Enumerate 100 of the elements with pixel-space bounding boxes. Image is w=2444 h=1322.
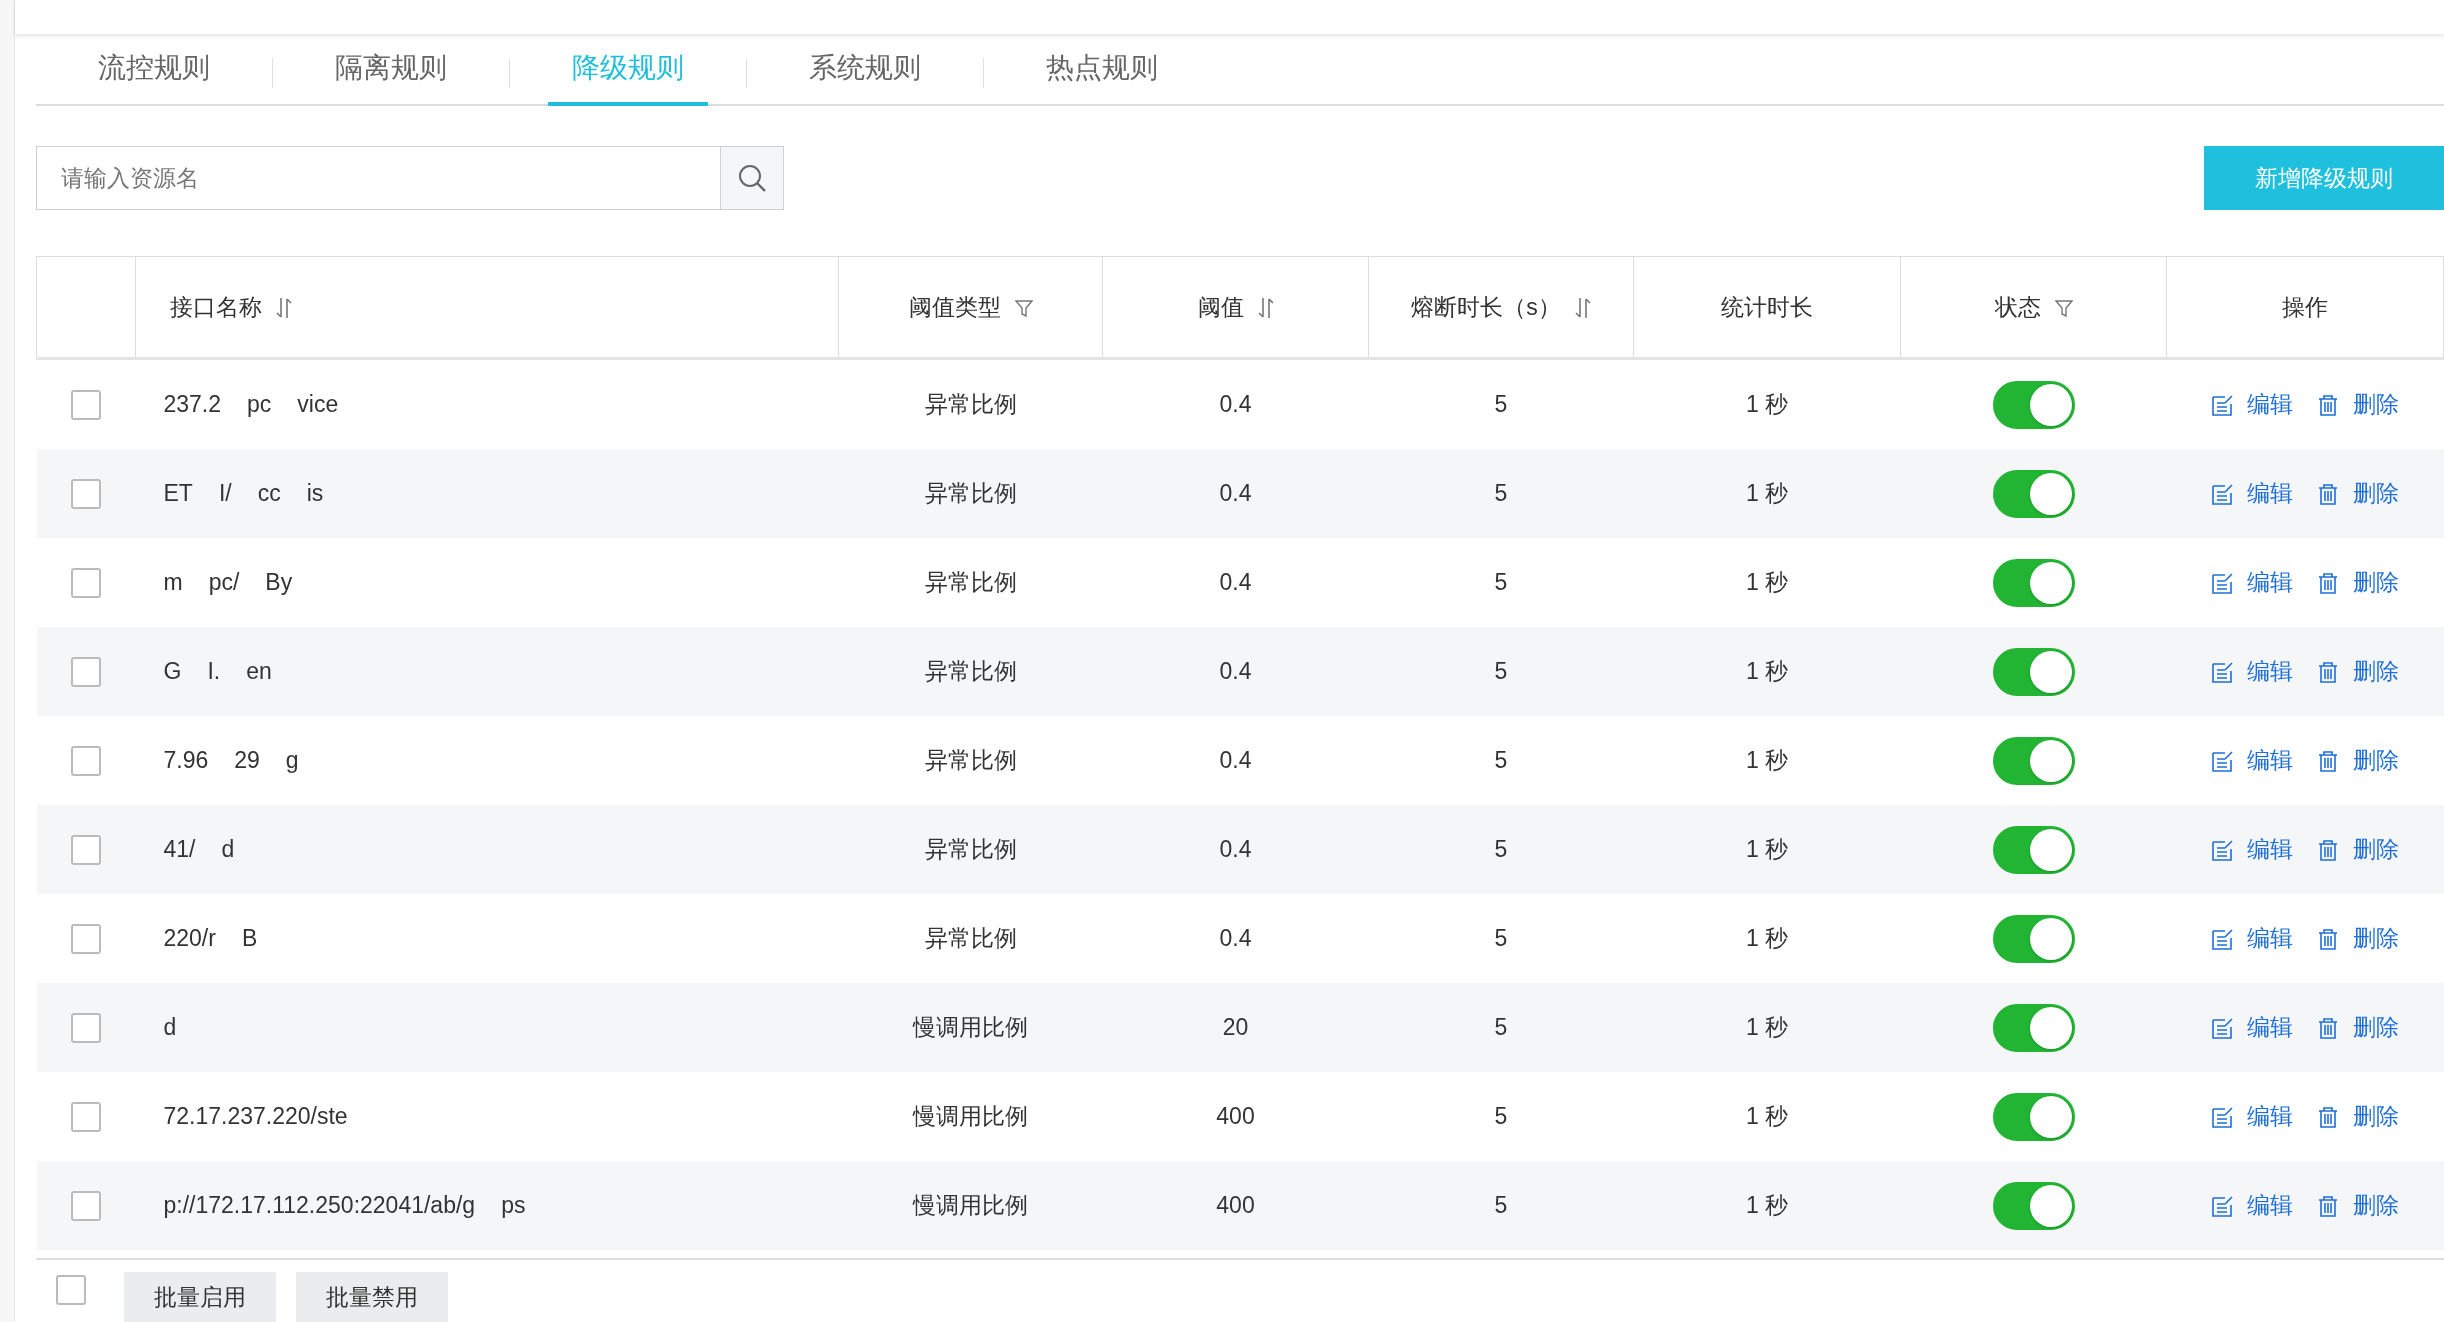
delete-link[interactable]: 删除 bbox=[2352, 745, 2399, 776]
edit-link[interactable]: 编辑 bbox=[2246, 834, 2293, 865]
delete-link[interactable]: 删除 bbox=[2352, 1012, 2399, 1043]
checkbox[interactable] bbox=[71, 1101, 101, 1132]
delete-link[interactable]: 删除 bbox=[2352, 1190, 2399, 1221]
status-toggle[interactable] bbox=[1992, 825, 2075, 874]
stat-window: 1 秒 bbox=[1745, 569, 1789, 595]
edit-link[interactable]: 编辑 bbox=[2246, 478, 2293, 509]
status-toggle[interactable] bbox=[1992, 914, 2075, 963]
edit-icon[interactable] bbox=[2210, 571, 2233, 594]
delete-link[interactable]: 删除 bbox=[2352, 389, 2399, 420]
status-toggle[interactable] bbox=[1992, 647, 2075, 696]
stat-window: 1 秒 bbox=[1745, 1014, 1789, 1040]
edit-icon[interactable] bbox=[2210, 1105, 2233, 1128]
delete-link[interactable]: 删除 bbox=[2352, 1101, 2399, 1132]
trash-icon[interactable] bbox=[2316, 393, 2339, 416]
filter-icon[interactable] bbox=[1014, 299, 1033, 318]
edit-link[interactable]: 编辑 bbox=[2246, 1012, 2293, 1043]
edit-icon[interactable] bbox=[2210, 1194, 2233, 1217]
break-duration: 5 bbox=[1494, 1014, 1508, 1040]
threshold-value: 400 bbox=[1216, 1103, 1255, 1129]
checkbox[interactable] bbox=[71, 745, 101, 776]
edit-link[interactable]: 编辑 bbox=[2246, 923, 2293, 954]
checkbox[interactable] bbox=[71, 834, 101, 865]
stat-window: 1 秒 bbox=[1745, 925, 1789, 951]
resource-name: m bbox=[163, 569, 183, 595]
search-icon bbox=[737, 163, 767, 193]
status-toggle[interactable] bbox=[1992, 736, 2075, 785]
status-toggle[interactable] bbox=[1992, 1003, 2075, 1052]
edit-icon[interactable] bbox=[2210, 393, 2233, 416]
checkbox[interactable] bbox=[71, 389, 101, 420]
edit-link[interactable]: 编辑 bbox=[2246, 389, 2293, 420]
break-duration: 5 bbox=[1494, 836, 1508, 862]
bulk-button[interactable]: 批量禁用 bbox=[296, 1272, 448, 1322]
search-field[interactable]: 请输入资源名 bbox=[36, 146, 720, 210]
checkbox[interactable] bbox=[71, 478, 101, 509]
trash-icon[interactable] bbox=[2316, 927, 2339, 950]
break-duration: 5 bbox=[1494, 480, 1508, 506]
trash-icon[interactable] bbox=[2316, 660, 2339, 683]
sort-icon[interactable] bbox=[1574, 297, 1591, 320]
tab[interactable]: 系统规则 bbox=[747, 34, 983, 106]
column-header: 接口名称 bbox=[170, 293, 262, 320]
delete-link[interactable]: 删除 bbox=[2352, 478, 2399, 509]
search-button[interactable] bbox=[720, 146, 784, 210]
break-duration: 5 bbox=[1494, 925, 1508, 951]
sort-icon[interactable] bbox=[1257, 297, 1274, 320]
trash-icon[interactable] bbox=[2316, 1016, 2339, 1039]
trash-icon[interactable] bbox=[2316, 749, 2339, 772]
edit-icon[interactable] bbox=[2210, 927, 2233, 950]
select-all-checkbox[interactable] bbox=[56, 1275, 86, 1305]
checkbox[interactable] bbox=[71, 656, 101, 687]
edit-icon[interactable] bbox=[2210, 482, 2233, 505]
status-toggle[interactable] bbox=[1992, 1181, 2075, 1230]
edit-icon[interactable] bbox=[2210, 749, 2233, 772]
tab[interactable]: 热点规则 bbox=[984, 34, 1220, 106]
trash-icon[interactable] bbox=[2316, 571, 2339, 594]
edit-link[interactable]: 编辑 bbox=[2246, 656, 2293, 687]
trash-icon[interactable] bbox=[2316, 1194, 2339, 1217]
trash-icon[interactable] bbox=[2316, 838, 2339, 861]
status-toggle[interactable] bbox=[1992, 380, 2075, 429]
delete-link[interactable]: 删除 bbox=[2352, 923, 2399, 954]
status-toggle[interactable] bbox=[1992, 1092, 2075, 1141]
checkbox[interactable] bbox=[71, 923, 101, 954]
trash-icon[interactable] bbox=[2316, 482, 2339, 505]
threshold-type: 异常比例 bbox=[924, 391, 1017, 417]
resource-name: 220/r bbox=[163, 925, 216, 951]
trash-icon[interactable] bbox=[2316, 1105, 2339, 1128]
checkbox[interactable] bbox=[71, 1012, 101, 1043]
checkbox[interactable] bbox=[71, 1190, 101, 1221]
edit-icon[interactable] bbox=[2210, 660, 2233, 683]
status-toggle[interactable] bbox=[1992, 558, 2075, 607]
threshold-value: 0.4 bbox=[1219, 836, 1252, 862]
column-header: 统计时长 bbox=[1721, 293, 1813, 320]
status-toggle[interactable] bbox=[1992, 469, 2075, 518]
resource-name: cc bbox=[257, 480, 281, 506]
threshold-type: 异常比例 bbox=[924, 747, 1017, 773]
edit-link[interactable]: 编辑 bbox=[2246, 567, 2293, 598]
column-header: 阈值 bbox=[1197, 293, 1244, 320]
edit-link[interactable]: 编辑 bbox=[2246, 1190, 2293, 1221]
checkbox[interactable] bbox=[71, 567, 101, 598]
resource-name: B bbox=[241, 925, 258, 951]
delete-link[interactable]: 删除 bbox=[2352, 656, 2399, 687]
tab[interactable]: 隔离规则 bbox=[273, 34, 509, 106]
threshold-type: 慢调用比例 bbox=[913, 1103, 1028, 1129]
stat-window: 1 秒 bbox=[1745, 391, 1789, 417]
delete-link[interactable]: 删除 bbox=[2352, 834, 2399, 865]
stat-window: 1 秒 bbox=[1745, 836, 1789, 862]
bulk-button[interactable]: 批量启用 bbox=[124, 1272, 276, 1322]
tab[interactable]: 流控规则 bbox=[36, 34, 272, 106]
delete-link[interactable]: 删除 bbox=[2352, 567, 2399, 598]
sort-icon[interactable] bbox=[276, 297, 292, 320]
edit-icon[interactable] bbox=[2210, 838, 2233, 861]
edit-link[interactable]: 编辑 bbox=[2246, 745, 2293, 776]
stat-window: 1 秒 bbox=[1745, 1103, 1789, 1129]
edit-link[interactable]: 编辑 bbox=[2246, 1101, 2293, 1132]
threshold-value: 0.4 bbox=[1219, 925, 1252, 951]
filter-icon[interactable] bbox=[2054, 299, 2073, 318]
resource-name: G bbox=[163, 658, 182, 684]
edit-icon[interactable] bbox=[2210, 1016, 2233, 1039]
resource-name: p://172.17.112.250:22041/ab/g bbox=[163, 1192, 476, 1218]
